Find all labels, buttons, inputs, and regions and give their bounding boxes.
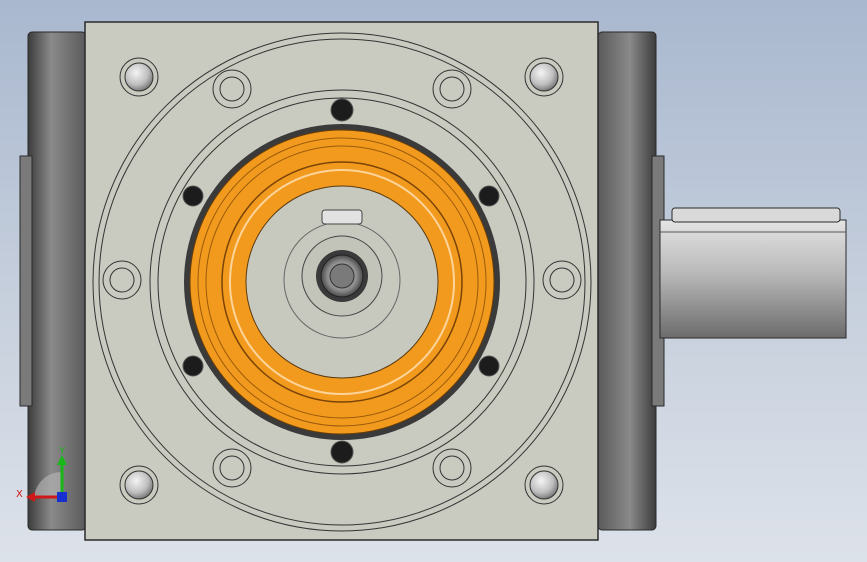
hole-icon — [212, 448, 252, 488]
hole-icon — [432, 448, 472, 488]
cad-viewport[interactable]: Y X — [0, 0, 867, 562]
gearbox-model[interactable]: Y X — [0, 0, 867, 562]
bolt-head-icon — [524, 465, 564, 505]
y-axis-label: Y — [58, 446, 66, 457]
hole-icon — [432, 69, 472, 109]
hole-icon — [102, 260, 142, 300]
output-shaft[interactable] — [659, 207, 847, 339]
right-end-cap — [597, 31, 665, 531]
hole-icon — [542, 260, 582, 300]
bolt-head-icon — [119, 465, 159, 505]
hole-icon — [212, 69, 252, 109]
spline-bore-icon — [320, 254, 364, 298]
bolt-head-icon — [119, 57, 159, 97]
left-end-cap — [19, 31, 87, 531]
x-axis-label: X — [16, 489, 23, 500]
bolt-head-icon — [524, 57, 564, 97]
